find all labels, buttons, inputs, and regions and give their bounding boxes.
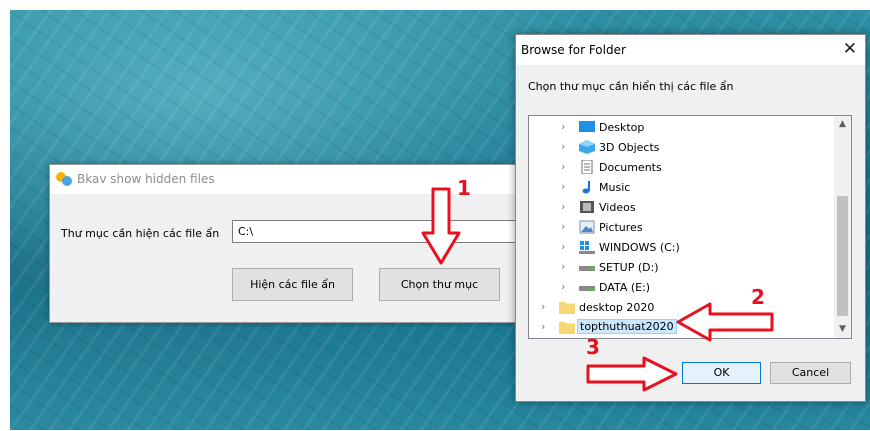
show-hidden-files-button[interactable]: Hiện các file ẩn: [232, 268, 353, 301]
tree-item-label: Documents: [599, 161, 662, 174]
3d-objects-icon: [579, 140, 595, 154]
chevron-right-icon[interactable]: ›: [561, 280, 565, 293]
choose-folder-button[interactable]: Chọn thư mục: [379, 268, 500, 301]
tree-item-label: topthuthuat2020: [577, 319, 677, 334]
tree-item-label: Music: [599, 181, 631, 194]
tree-item-label: DATA (E:): [599, 281, 651, 294]
tree-item-label: 3D Objects: [599, 141, 660, 154]
browse-folder-dialog: Browse for Folder ✕ Chọn thư mục cần hiể…: [515, 34, 866, 402]
tree-item-label: Videos: [599, 201, 636, 214]
scroll-up-icon[interactable]: ▲: [834, 116, 851, 133]
scroll-down-icon[interactable]: ▼: [834, 321, 851, 338]
browse-dialog-title: Browse for Folder: [521, 43, 626, 57]
cancel-button[interactable]: Cancel: [770, 362, 851, 384]
drive-icon: [579, 266, 595, 271]
chevron-right-icon[interactable]: ›: [541, 320, 545, 333]
windows-drive-icon: [579, 241, 595, 254]
tree-scrollbar[interactable]: ▲ ▼: [834, 116, 851, 338]
chevron-right-icon[interactable]: ›: [541, 300, 545, 313]
music-icon: [582, 181, 590, 194]
browse-prompt: Chọn thư mục cần hiển thị các file ẩn: [528, 80, 734, 93]
drive-icon: [579, 286, 595, 291]
chevron-right-icon[interactable]: ›: [561, 260, 565, 273]
tree-item-desktop[interactable]: › Desktop: [529, 118, 834, 137]
chevron-right-icon[interactable]: ›: [561, 140, 565, 153]
close-icon[interactable]: ✕: [843, 39, 857, 59]
chevron-right-icon[interactable]: ›: [561, 220, 565, 233]
left-arrow-icon: [676, 302, 774, 342]
right-arrow-icon: [586, 356, 678, 392]
down-arrow-icon: [421, 187, 461, 265]
tree-item-documents[interactable]: › Documents: [529, 158, 834, 177]
scroll-thumb[interactable]: [837, 196, 848, 316]
path-field[interactable]: C:\: [232, 220, 528, 243]
documents-icon: [581, 160, 593, 174]
tree-item-videos[interactable]: › Videos: [529, 198, 834, 217]
chevron-right-icon[interactable]: ›: [561, 180, 565, 193]
chevron-right-icon[interactable]: ›: [561, 240, 565, 253]
tree-item-setup-drive[interactable]: › SETUP (D:): [529, 258, 834, 277]
chevron-right-icon[interactable]: ›: [561, 120, 565, 133]
tree-item-pictures[interactable]: › Pictures: [529, 218, 834, 237]
desktop-icon: [579, 121, 595, 132]
folder-icon: [559, 302, 575, 314]
chevron-right-icon[interactable]: ›: [561, 200, 565, 213]
bkav-logo-icon: [56, 172, 72, 186]
tree-item-windows-drive[interactable]: › WINDOWS (C:): [529, 238, 834, 257]
browse-titlebar[interactable]: Browse for Folder ✕: [516, 35, 865, 65]
videos-icon: [580, 201, 594, 213]
ok-button[interactable]: OK: [682, 362, 761, 384]
folder-icon: [559, 322, 575, 334]
tree-item-label: SETUP (D:): [599, 261, 659, 274]
bkav-window-title: Bkav show hidden files: [77, 172, 215, 186]
tree-item-label: Pictures: [599, 221, 643, 234]
tree-item-label: desktop 2020: [579, 301, 655, 314]
tree-item-label: Desktop: [599, 121, 645, 134]
tree-item-data-drive[interactable]: › DATA (E:): [529, 278, 834, 297]
chevron-right-icon[interactable]: ›: [561, 160, 565, 173]
tree-item-3d-objects[interactable]: › 3D Objects: [529, 138, 834, 157]
tree-item-label: WINDOWS (C:): [599, 241, 680, 254]
path-label: Thư mục cần hiện các file ẩn: [61, 227, 220, 240]
tree-item-music[interactable]: › Music: [529, 178, 834, 197]
pictures-icon: [579, 220, 595, 234]
